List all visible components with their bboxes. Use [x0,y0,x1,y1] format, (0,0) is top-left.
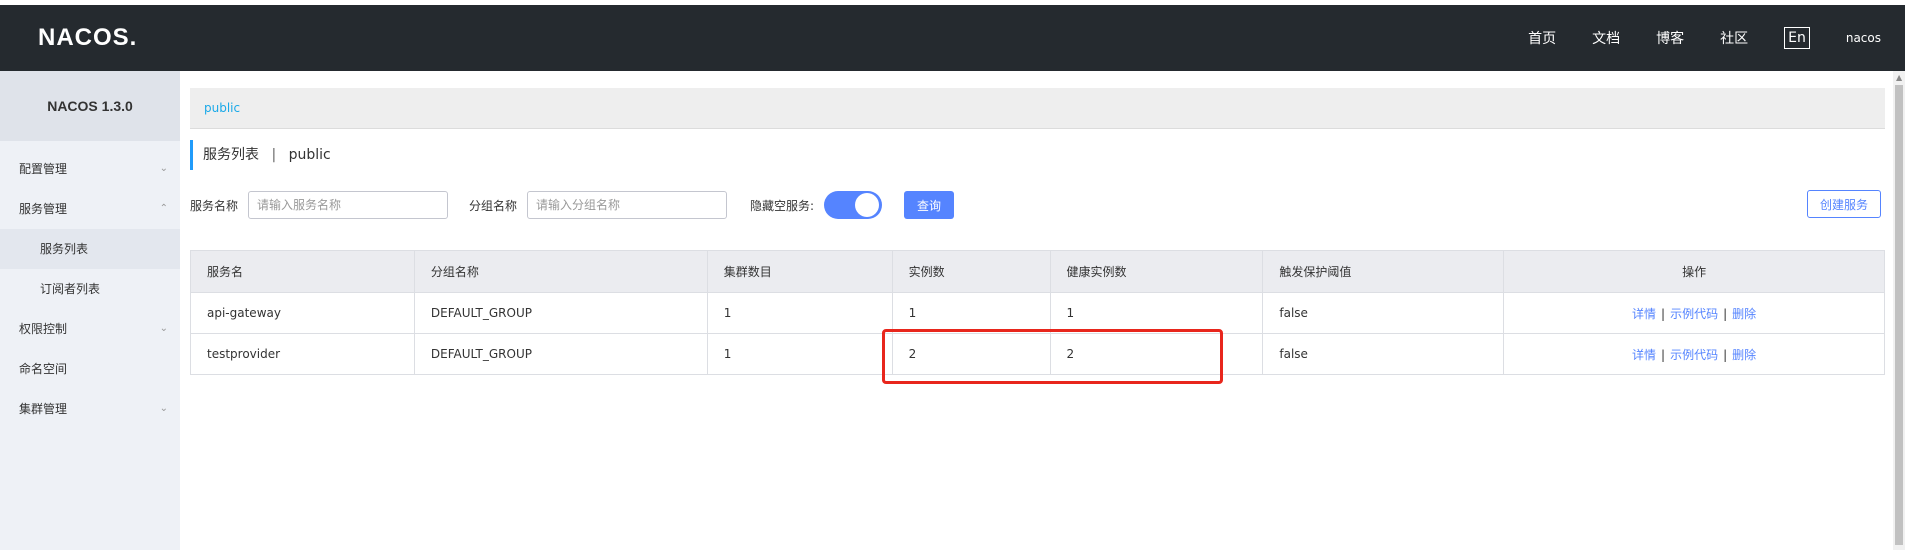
cell-group-name: DEFAULT_GROUP [413,333,708,375]
col-group-name: 分组名称 [413,250,708,293]
hide-empty-label: 隐藏空服务: [750,198,815,213]
hide-empty-toggle[interactable] [824,191,883,219]
hide-empty-filter: 隐藏空服务: [750,190,883,220]
cell-service-name: api-gateway [190,292,415,334]
scroll-up-icon[interactable]: ▲ [1896,73,1902,82]
cell-instance-count: 1 [891,292,1051,334]
page-title: 服务列表 | public [190,140,331,170]
col-cluster-count: 集群数目 [706,250,893,293]
sidebar-item-label: 服务管理 [19,202,68,216]
nav-home[interactable]: 首页 [1528,28,1556,48]
service-name-filter: 服务名称 请输入服务名称 [190,190,449,220]
sidebar-item-cluster[interactable]: 集群管理 ⌄ [0,389,180,429]
group-name-filter: 分组名称 请输入分组名称 [469,190,728,220]
top-nav: 首页 文档 博客 社区 En nacos [1492,5,1881,71]
group-name-input[interactable]: 请输入分组名称 [527,191,728,219]
cell-cluster-count: 1 [706,333,893,375]
chevron-down-icon: ⌄ [159,323,168,334]
detail-link[interactable]: 详情 [1632,348,1656,362]
nacos-logo[interactable]: NACOS. [38,24,137,52]
toggle-knob [855,193,880,217]
nav-community[interactable]: 社区 [1720,28,1748,48]
namespace-link[interactable]: public [204,101,240,115]
sidebar-item-namespace[interactable]: 命名空间 [0,349,180,389]
cell-healthy-count: 1 [1049,292,1264,334]
sidebar-item-permission[interactable]: 权限控制 ⌄ [0,309,180,349]
sidebar-item-config[interactable]: 配置管理 ⌄ [0,149,180,189]
language-switch[interactable]: En [1784,27,1810,49]
namespace-bar: public [190,88,1885,129]
query-wrapper: 查询 [904,190,954,220]
ops-separator: | [1661,306,1666,321]
create-service-button[interactable]: 创建服务 [1807,190,1881,218]
cell-group-name: DEFAULT_GROUP [413,292,708,334]
ops-separator: | [1723,347,1728,362]
ops-separator: | [1723,306,1728,321]
col-instance-count: 实例数 [891,250,1051,293]
sidebar-item-service[interactable]: 服务管理 ⌃ [0,189,180,229]
cell-operations: 详情 | 示例代码 | 删除 [1503,333,1885,375]
delete-link[interactable]: 删除 [1732,307,1756,321]
cell-threshold: false [1262,333,1505,375]
service-table: 服务名 分组名称 集群数目 实例数 健康实例数 触发保护阈值 操作 api-ga… [190,250,1885,375]
page-title-namespace: public [288,147,331,163]
sidebar-item-subscribers[interactable]: 订阅者列表 [0,269,180,309]
title-separator: | [271,147,277,163]
sidebar-item-label: 配置管理 [19,162,68,176]
page-title-text: 服务列表 [203,147,259,163]
service-name-input[interactable]: 请输入服务名称 [248,191,449,219]
table-row: api-gateway DEFAULT_GROUP 1 1 1 false 详情… [190,292,1885,334]
nav-docs[interactable]: 文档 [1592,28,1620,48]
detail-link[interactable]: 详情 [1632,307,1656,321]
user-name[interactable]: nacos [1846,31,1881,45]
service-name-label: 服务名称 [190,198,239,213]
cell-operations: 详情 | 示例代码 | 删除 [1503,292,1885,334]
sample-code-link[interactable]: 示例代码 [1670,307,1718,321]
cell-service-name: testprovider [190,333,415,375]
sample-code-link[interactable]: 示例代码 [1670,348,1718,362]
table-header-row: 服务名 分组名称 集群数目 实例数 健康实例数 触发保护阈值 操作 [190,250,1885,293]
vertical-scrollbar[interactable]: ▲ [1893,71,1905,550]
sidebar-item-label: 权限控制 [19,322,68,336]
group-name-label: 分组名称 [469,198,518,213]
col-service-name: 服务名 [190,250,415,293]
col-threshold: 触发保护阈值 [1262,250,1505,293]
sidebar: NACOS 1.3.0 配置管理 ⌄ 服务管理 ⌃ 服务列表 订阅者列表 权限控… [0,71,180,550]
col-operations: 操作 [1503,250,1885,293]
sidebar-item-label: 命名空间 [19,362,68,376]
ops-separator: | [1661,347,1666,362]
top-header: NACOS. 首页 文档 博客 社区 En nacos [0,5,1905,71]
cell-cluster-count: 1 [706,292,893,334]
table-row: testprovider DEFAULT_GROUP 1 2 2 false 详… [190,333,1885,375]
sidebar-item-service-list[interactable]: 服务列表 [0,229,180,269]
sidebar-item-label: 集群管理 [19,402,68,416]
cell-threshold: false [1262,292,1505,334]
chevron-up-icon: ⌃ [159,203,168,214]
delete-link[interactable]: 删除 [1732,348,1756,362]
nav-blog[interactable]: 博客 [1656,28,1684,48]
col-healthy-count: 健康实例数 [1049,250,1264,293]
cell-instance-count: 2 [891,333,1051,375]
chevron-down-icon: ⌄ [159,403,168,414]
cell-healthy-count: 2 [1049,333,1264,375]
query-button[interactable]: 查询 [904,191,954,219]
sidebar-brand: NACOS 1.3.0 [0,71,180,141]
scrollbar-thumb[interactable] [1895,85,1903,545]
chevron-down-icon: ⌄ [159,163,168,174]
